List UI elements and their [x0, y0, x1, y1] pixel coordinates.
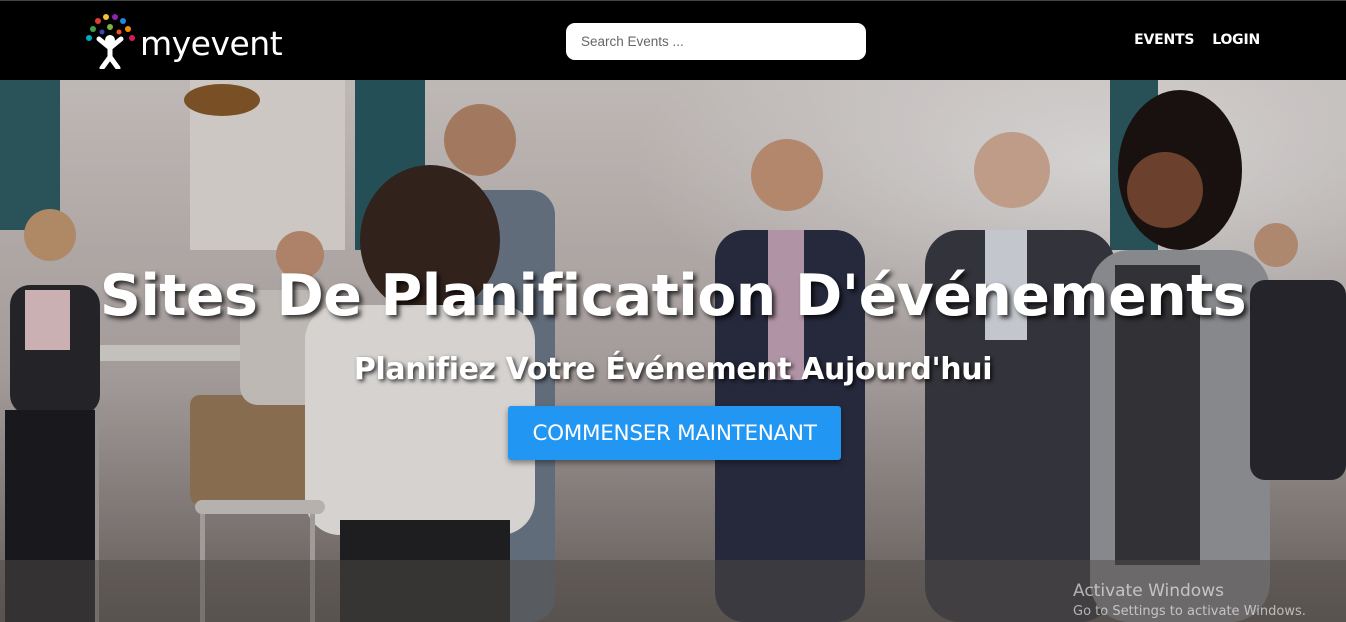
hero-title: Sites De Planification D'événements [99, 263, 1247, 329]
start-now-button[interactable]: COMMENSER MAINTENANT [508, 406, 841, 460]
watermark-subtitle: Go to Settings to activate Windows. [1073, 604, 1306, 619]
brand-name: myevent [140, 23, 283, 63]
nav-login-link[interactable]: LOGIN [1212, 32, 1260, 48]
people-tree-logo-icon [86, 14, 135, 69]
brand-home-link[interactable]: myevent [84, 13, 283, 69]
hero-overlay [0, 80, 1346, 622]
nav-events-link[interactable]: EVENTS [1134, 32, 1194, 48]
windows-activation-watermark: Activate Windows Go to Settings to activ… [1073, 581, 1306, 619]
hero-subtitle: Planifiez Votre Événement Aujourd'hui [353, 352, 993, 387]
main-nav: EVENTS LOGIN [1134, 32, 1260, 48]
watermark-title: Activate Windows [1073, 581, 1224, 601]
hero-section: Sites De Planification D'événements Plan… [0, 80, 1346, 622]
search-events-input[interactable] [566, 23, 866, 60]
top-navbar: myevent EVENTS LOGIN [0, 0, 1346, 80]
